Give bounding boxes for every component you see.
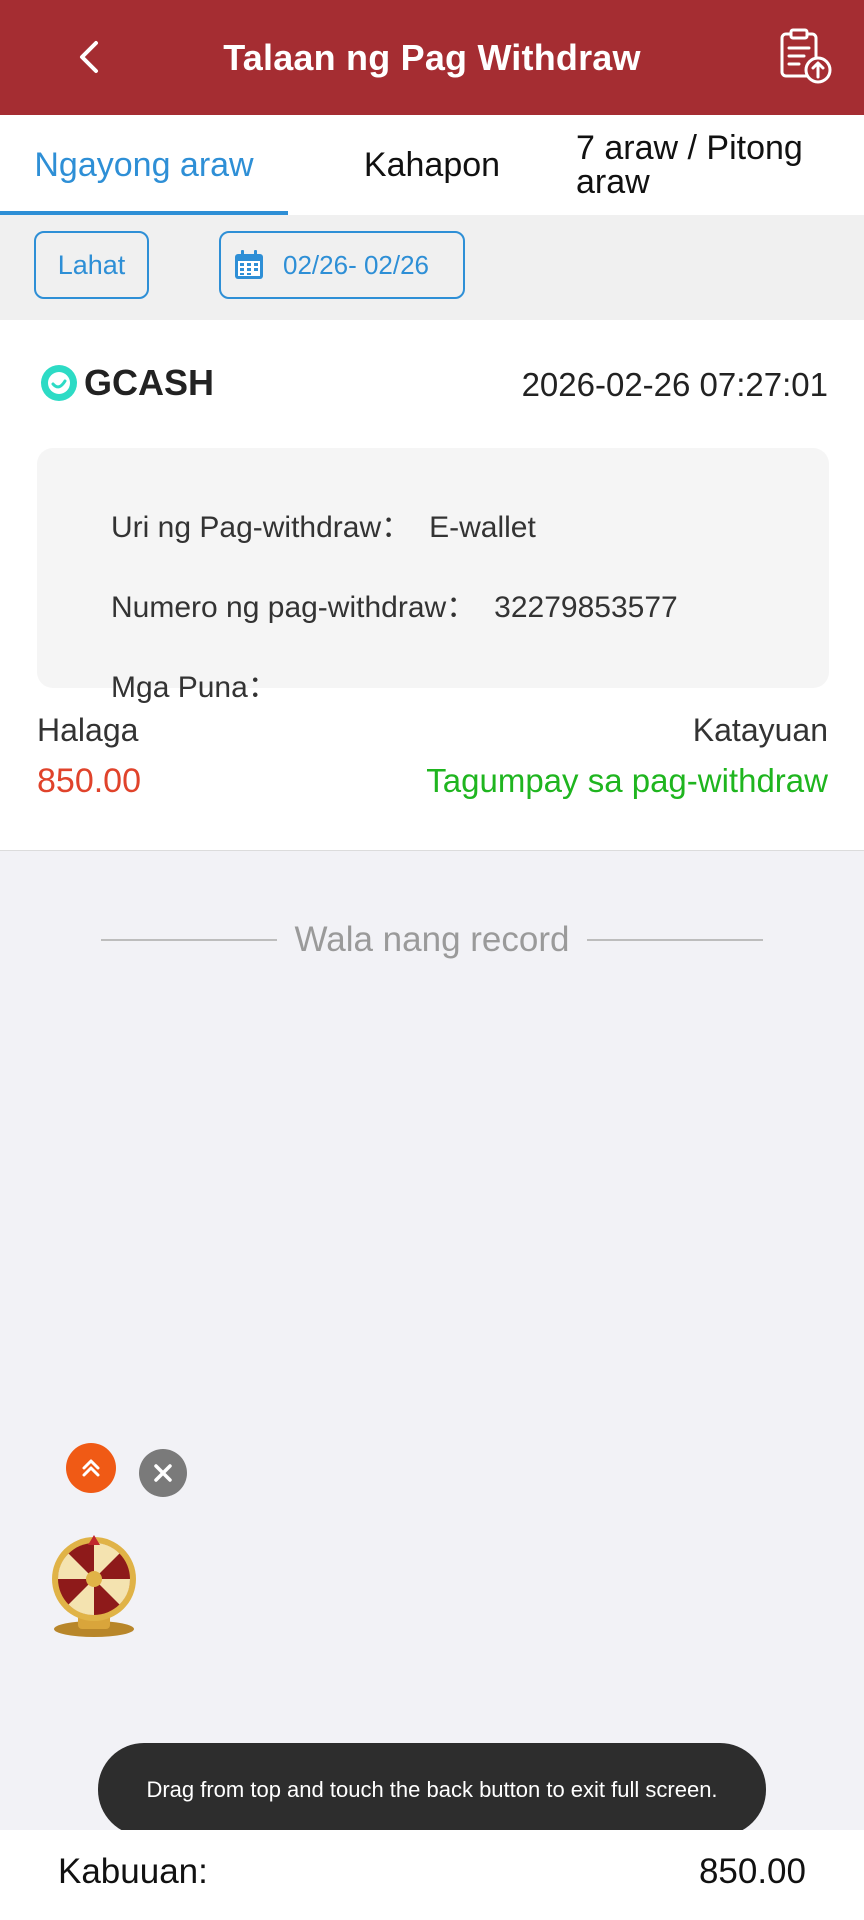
withdraw-record-card[interactable]: GCASH 2026-02-26 07:27:01 Uri ng Pag-wit… [0, 320, 864, 851]
double-chevron-up-icon [82, 1459, 100, 1477]
tab-today[interactable]: Ngayong araw [0, 115, 288, 215]
tab-label: Ngayong araw [34, 145, 254, 184]
total-value: 850.00 [698, 1852, 806, 1891]
status-label: Katayuan [692, 712, 828, 748]
empty-state-text: Wala nang record [294, 920, 570, 959]
tab-label: Kahapon [363, 145, 501, 184]
date-tabs: Ngayong araw Kahapon 7 araw / Pitong ara… [0, 115, 864, 216]
record-datetime: 2026-02-26 07:27:01 [521, 366, 828, 403]
date-range-button[interactable]: 02/26- 02/26 [219, 231, 465, 299]
gcash-logo-icon [41, 365, 77, 401]
close-floating-button[interactable] [139, 1449, 187, 1497]
all-filter-button[interactable]: Lahat [34, 231, 149, 299]
payment-method: GCASH [40, 362, 214, 404]
tab-seven-days[interactable]: 7 araw / Pitong araw [576, 115, 864, 215]
app-header: Talaan ng Pag Withdraw [0, 0, 864, 115]
back-button[interactable] [62, 30, 116, 84]
record-details: Uri ng Pag-withdraw： E-wallet Numero ng p… [37, 448, 829, 704]
divider [100, 939, 277, 941]
date-range-label: 02/26- 02/26 [283, 249, 430, 280]
fullscreen-toast: Drag from top and touch the back button … [98, 1743, 766, 1836]
scroll-top-button[interactable] [66, 1443, 116, 1493]
withdraw-type-label: Uri ng Pag-withdraw： [111, 511, 412, 544]
clipboard-upload-icon[interactable] [774, 26, 834, 86]
chevron-left-icon [80, 41, 98, 73]
lucky-wheel-icon[interactable] [48, 1533, 140, 1639]
withdraw-number-value: 32279853577 [494, 591, 678, 624]
filter-bar: Lahat 02/26- 02/26 [0, 215, 864, 320]
page-title: Talaan ng Pag Withdraw [223, 36, 641, 78]
tab-yesterday[interactable]: Kahapon [288, 115, 576, 215]
total-label: Kabuuan: [58, 1852, 208, 1891]
empty-state: Wala nang record [0, 915, 864, 965]
total-footer: Kabuuan: 850.00 [0, 1830, 864, 1920]
close-icon [154, 1464, 172, 1482]
withdraw-type-value: E-wallet [429, 511, 536, 544]
payment-method-name: GCASH [84, 362, 215, 403]
tab-label: 7 araw / Pitong araw [576, 129, 803, 201]
remarks-label: Mga Puna： [111, 671, 278, 704]
amount-label: Halaga [37, 712, 139, 748]
status-value: Tagumpay sa pag-withdraw [426, 762, 828, 799]
amount-value: 850.00 [37, 762, 141, 800]
withdraw-number-label: Numero ng pag-withdraw： [111, 591, 477, 624]
calendar-icon [235, 250, 263, 279]
divider [587, 939, 764, 941]
